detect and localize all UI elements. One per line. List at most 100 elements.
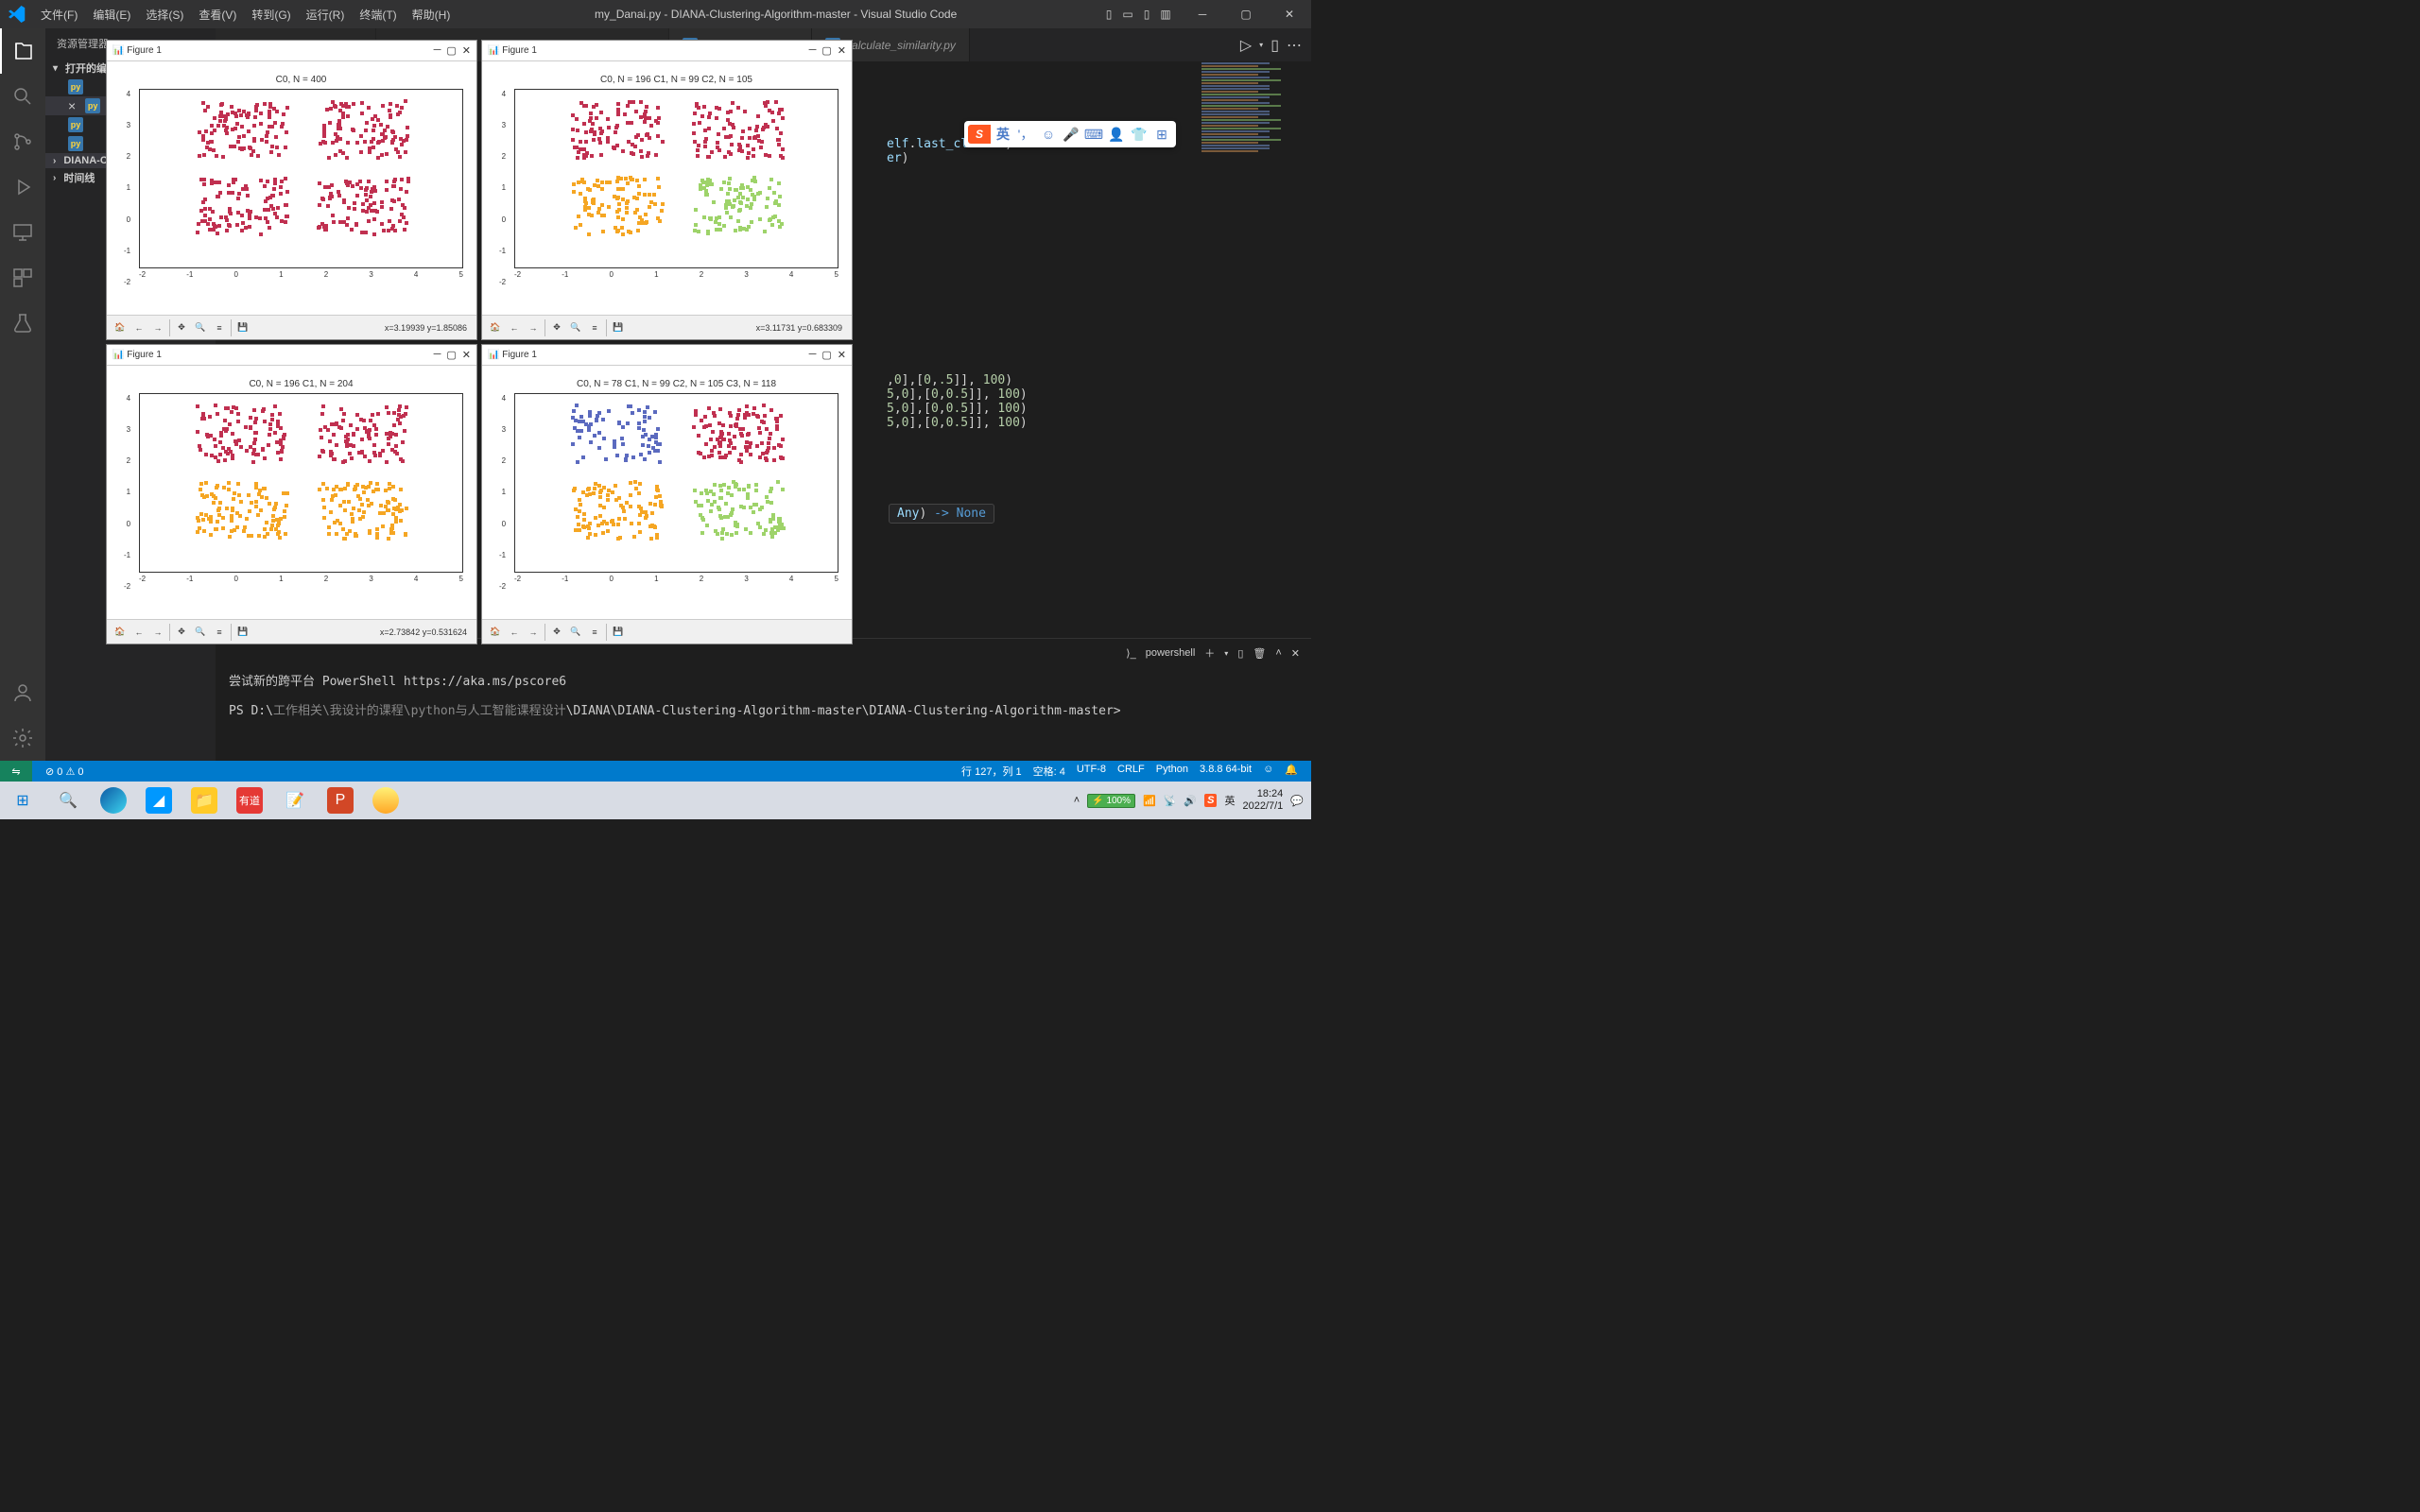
terminal-new-icon[interactable]: ＋ [1204, 645, 1215, 661]
activity-account-icon[interactable] [0, 670, 45, 715]
configure-icon[interactable]: ≡ [585, 623, 604, 642]
tray-network-icon[interactable]: 📶 [1143, 795, 1156, 807]
run-dropdown-icon[interactable]: ▾ [1259, 41, 1263, 49]
maximize-button[interactable]: ▢ [1224, 0, 1268, 28]
configure-icon[interactable]: ≡ [585, 318, 604, 337]
status-feedback-icon[interactable]: ☺ [1257, 764, 1279, 779]
configure-icon[interactable]: ≡ [210, 623, 229, 642]
status-cursor[interactable]: 行 127，列 1 [956, 764, 1028, 779]
terminal-shell-icon[interactable]: ⟩_ [1126, 647, 1135, 660]
tray-wifi-icon[interactable]: 📡 [1164, 795, 1177, 807]
zoom-icon[interactable]: 🔍 [566, 318, 585, 337]
tray-volume-icon[interactable]: 🔊 [1184, 795, 1197, 807]
menu-select[interactable]: 选择(S) [138, 7, 191, 23]
status-notifications-icon[interactable]: 🔔 [1279, 764, 1304, 779]
configure-icon[interactable]: ≡ [210, 318, 229, 337]
window-maximize-icon[interactable]: ▢ [446, 349, 456, 361]
window-close-icon[interactable]: ✕ [462, 44, 471, 57]
system-clock[interactable]: 18:24 2022/7/1 [1242, 788, 1283, 813]
activity-search-icon[interactable] [0, 74, 45, 119]
ime-toolbar[interactable]: S 英 '， ☺ 🎤 ⌨ 👤 👕 ⊞ [964, 121, 1176, 147]
window-minimize-icon[interactable]: ─ [434, 44, 441, 57]
window-maximize-icon[interactable]: ▢ [821, 349, 831, 361]
window-maximize-icon[interactable]: ▢ [446, 44, 456, 57]
window-close-icon[interactable]: ✕ [462, 349, 471, 361]
forward-icon[interactable]: → [524, 623, 543, 642]
split-editor-icon[interactable]: ▯ [1270, 36, 1279, 55]
activity-scm-icon[interactable] [0, 119, 45, 164]
zoom-icon[interactable]: 🔍 [191, 318, 210, 337]
layout-panel-bottom-icon[interactable]: ▭ [1120, 7, 1135, 22]
taskbar-search-icon[interactable]: 🔍 [45, 782, 91, 819]
forward-icon[interactable]: → [524, 318, 543, 337]
pan-icon[interactable]: ✥ [172, 623, 191, 642]
activity-remote-icon[interactable] [0, 210, 45, 255]
menu-view[interactable]: 查看(V) [191, 7, 244, 23]
tray-ime-icon[interactable]: 英 [1224, 793, 1235, 808]
activity-debug-icon[interactable] [0, 164, 45, 210]
menu-help[interactable]: 帮助(H) [405, 7, 458, 23]
layout-panel-left-icon[interactable]: ▯ [1101, 7, 1116, 22]
status-problems[interactable]: ⊘ 0 ⚠ 0 [40, 765, 90, 778]
home-icon[interactable]: 🏠 [111, 623, 130, 642]
start-button[interactable]: ⊞ [0, 782, 45, 819]
status-python-version[interactable]: 3.8.8 64-bit [1194, 764, 1257, 779]
menu-go[interactable]: 转到(G) [244, 7, 298, 23]
pan-icon[interactable]: ✥ [172, 318, 191, 337]
terminal-close-icon[interactable]: ✕ [1291, 647, 1300, 660]
save-icon[interactable]: 💾 [609, 318, 628, 337]
menu-run[interactable]: 运行(R) [299, 7, 353, 23]
zoom-icon[interactable]: 🔍 [191, 623, 210, 642]
sogou-logo-icon[interactable]: S [968, 125, 991, 144]
activity-settings-icon[interactable] [0, 715, 45, 761]
tray-notifications-icon[interactable]: 💬 [1290, 795, 1304, 807]
figure-window-4[interactable]: 📊 Figure 1─▢✕ C0, N = 78 C1, N = 99 C2, … [481, 344, 853, 644]
remote-indicator-icon[interactable]: ⇋ [0, 761, 32, 782]
terminal-body[interactable]: 尝试新的跨平台 PowerShell https://aka.ms/pscore… [216, 667, 1311, 761]
taskbar-edge-icon[interactable] [91, 782, 136, 819]
back-icon[interactable]: ← [130, 623, 148, 642]
pan-icon[interactable]: ✥ [547, 318, 566, 337]
pan-icon[interactable]: ✥ [547, 623, 566, 642]
terminal-maximize-icon[interactable]: ˄ [1275, 647, 1281, 659]
plot-area[interactable] [139, 89, 463, 268]
home-icon[interactable]: 🏠 [111, 318, 130, 337]
window-minimize-icon[interactable]: ─ [809, 349, 817, 361]
menu-file[interactable]: 文件(F) [33, 7, 85, 23]
plot-area[interactable] [514, 393, 838, 573]
figure-window-3[interactable]: 📊 Figure 1─▢✕ C0, N = 196 C1, N = 204 43… [106, 344, 477, 644]
home-icon[interactable]: 🏠 [486, 318, 505, 337]
taskbar-explorer-icon[interactable]: 📁 [182, 782, 227, 819]
menu-edit[interactable]: 编辑(E) [85, 7, 138, 23]
window-close-icon[interactable]: ✕ [838, 349, 846, 361]
activity-explorer-icon[interactable] [0, 28, 45, 74]
ime-voice-icon[interactable]: 🎤 [1061, 124, 1081, 145]
terminal-split-icon[interactable]: ▯ [1237, 647, 1243, 660]
more-actions-icon[interactable]: ⋯ [1287, 36, 1302, 55]
status-spaces[interactable]: 空格: 4 [1028, 764, 1071, 779]
zoom-icon[interactable]: 🔍 [566, 623, 585, 642]
run-button-icon[interactable]: ▷ [1240, 36, 1252, 55]
ime-punctuation-icon[interactable]: '， [1015, 124, 1036, 145]
ime-emoji-icon[interactable]: ☺ [1038, 124, 1059, 145]
forward-icon[interactable]: → [148, 623, 167, 642]
close-icon[interactable]: × [68, 98, 76, 113]
terminal-shell-name[interactable]: powershell [1146, 647, 1196, 659]
figure-window-1[interactable]: 📊 Figure 1─▢✕ C0, N = 400 43210-1-2 -2-1… [106, 40, 477, 340]
taskbar-youdao-icon[interactable]: 有道 [227, 782, 272, 819]
ime-toolbox-icon[interactable]: ⊞ [1151, 124, 1172, 145]
window-close-icon[interactable]: ✕ [838, 44, 846, 57]
battery-indicator[interactable]: ⚡ 100% [1087, 794, 1135, 808]
layout-custom-icon[interactable]: ▥ [1158, 7, 1173, 22]
minimize-button[interactable]: ─ [1181, 0, 1224, 28]
status-language[interactable]: Python [1150, 764, 1194, 779]
status-encoding[interactable]: UTF-8 [1071, 764, 1112, 779]
taskbar-app-icon[interactable]: 📝 [272, 782, 318, 819]
ime-user-icon[interactable]: 👤 [1106, 124, 1127, 145]
back-icon[interactable]: ← [130, 318, 148, 337]
status-eol[interactable]: CRLF [1112, 764, 1150, 779]
taskbar-powerpoint-icon[interactable]: P [318, 782, 363, 819]
terminal-trash-icon[interactable]: 🗑 [1253, 647, 1266, 660]
activity-extensions-icon[interactable] [0, 255, 45, 301]
tray-sogou-icon[interactable]: S [1204, 794, 1217, 807]
